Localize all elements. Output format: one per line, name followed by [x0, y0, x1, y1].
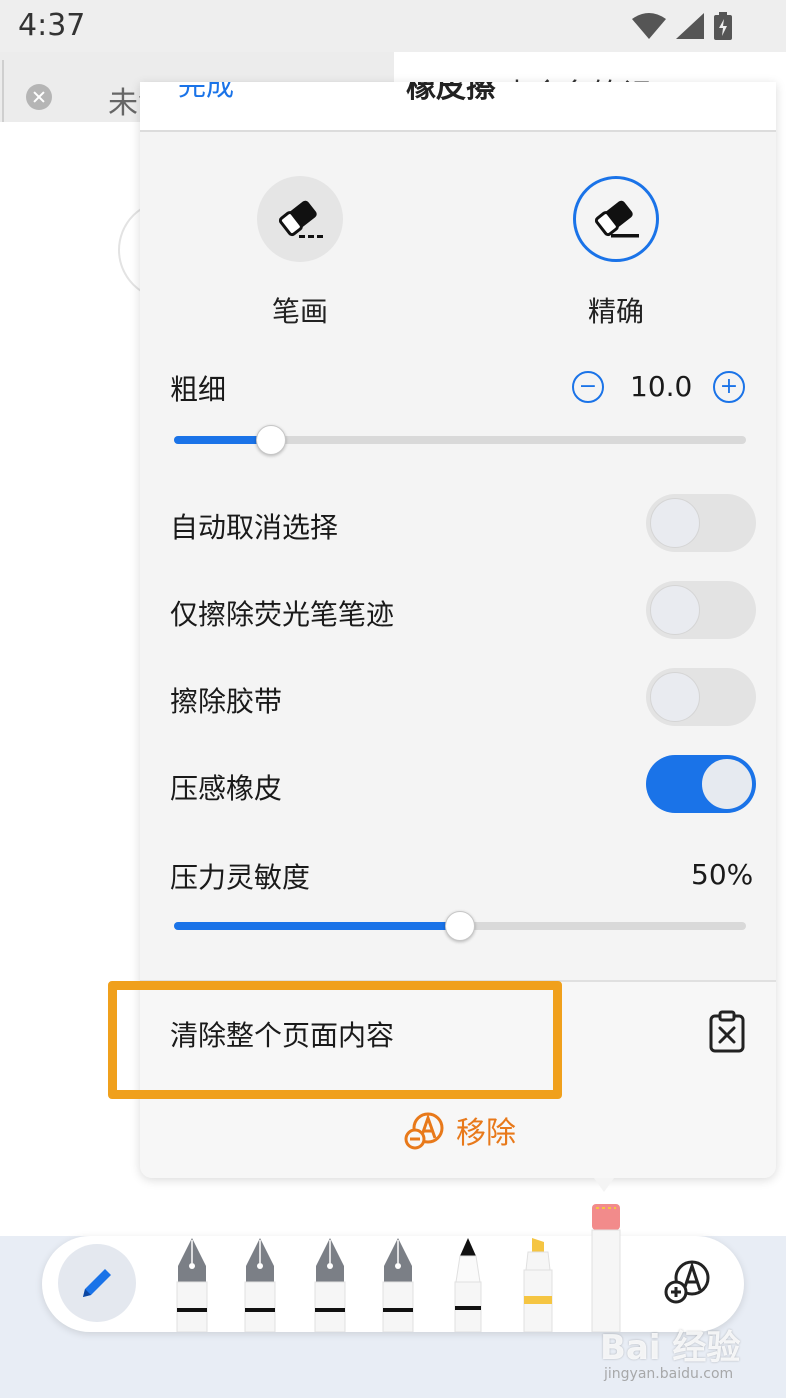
watermark-url: jingyan.baidu.com — [604, 1366, 734, 1382]
pressure-sensitivity-label: 压力灵敏度 — [170, 861, 311, 894]
clipboard-clear-icon[interactable] — [708, 1010, 746, 1054]
panel-pointer-icon — [594, 1178, 614, 1192]
pencil-icon — [83, 1269, 111, 1297]
remove-label: 移除 — [456, 1116, 516, 1151]
mode-precise-eraser[interactable]: 精确 — [526, 176, 706, 330]
slider-fill — [174, 922, 460, 930]
eraser-icon[interactable] — [588, 1204, 624, 1332]
remove-tool-icon — [404, 1112, 444, 1150]
fountain-pen-icon[interactable] — [378, 1236, 418, 1332]
slider-thumb[interactable] — [445, 911, 475, 941]
battery-charging-icon — [714, 12, 732, 40]
wifi-icon — [632, 13, 666, 39]
auto-deselect-toggle[interactable] — [646, 494, 756, 552]
pressure-sensitivity-value: 50% — [691, 858, 754, 891]
toggle-label-erase-tape: 擦除胶带 — [170, 685, 283, 718]
cell-signal-icon — [676, 13, 704, 39]
watermark: Bai 经验 — [600, 1328, 741, 1368]
done-button[interactable]: 完成 — [178, 82, 234, 104]
toggle-label-pressure-eraser: 压感橡皮 — [170, 772, 283, 805]
toggle-label-highlighter-only: 仅擦除荧光笔笔迹 — [170, 598, 395, 631]
precise-eraser-icon — [594, 200, 639, 238]
status-time: 4:37 — [18, 8, 86, 43]
thickness-slider[interactable] — [174, 425, 746, 455]
pencil-tool-button[interactable] — [58, 1244, 136, 1322]
highlighter-only-toggle[interactable] — [646, 581, 756, 639]
mode-label: 精确 — [587, 295, 644, 328]
toggle-label-auto-deselect: 自动取消选择 — [170, 511, 339, 544]
status-bar: 4:37 — [0, 0, 786, 52]
panel-title: 橡皮擦 — [406, 82, 496, 105]
stroke-eraser-icon — [278, 200, 323, 238]
mode-stroke-eraser[interactable]: 笔画 — [210, 176, 390, 330]
thickness-increase-button[interactable]: + — [713, 371, 745, 403]
highlighter-icon[interactable] — [518, 1236, 558, 1332]
pressure-eraser-toggle[interactable] — [646, 755, 756, 813]
fountain-pen-icon[interactable] — [240, 1236, 280, 1332]
tab-close-icon[interactable] — [26, 84, 52, 110]
thickness-decrease-button[interactable]: − — [572, 371, 604, 403]
pressure-sensitivity-slider[interactable] — [174, 911, 746, 941]
add-shapes-icon[interactable] — [662, 1256, 714, 1308]
slider-thumb[interactable] — [256, 425, 287, 455]
thickness-label: 粗细 — [170, 373, 227, 406]
mode-label: 笔画 — [271, 295, 328, 328]
remove-tool-button[interactable]: 移除 — [404, 1108, 516, 1152]
erase-tape-toggle[interactable] — [646, 668, 756, 726]
panel-header: 完成 橡皮擦 — [140, 82, 776, 132]
fineliner-icon[interactable] — [450, 1236, 486, 1332]
pen-toolbar — [42, 1204, 744, 1332]
fountain-pen-icon[interactable] — [172, 1236, 212, 1332]
fountain-pen-icon[interactable] — [310, 1236, 350, 1332]
annotation-highlight-box — [108, 981, 562, 1099]
thickness-value: 10.0 — [630, 370, 693, 403]
